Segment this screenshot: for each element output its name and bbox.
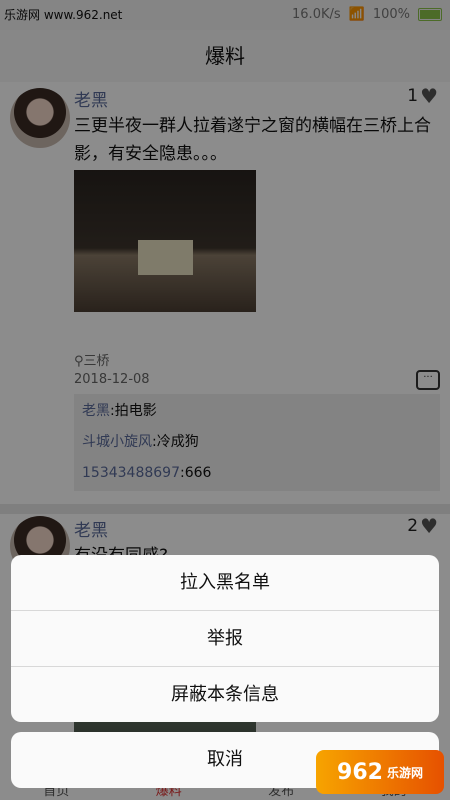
action-sheet: 拉入黑名单 举报 屏蔽本条信息: [11, 555, 439, 722]
watermark-main: 962: [337, 759, 383, 785]
block-post-button[interactable]: 屏蔽本条信息: [11, 667, 439, 722]
watermark-sub: 乐游网: [386, 765, 423, 780]
site-watermark-logo: 962 乐游网: [316, 750, 444, 794]
blacklist-button[interactable]: 拉入黑名单: [11, 555, 439, 611]
report-button[interactable]: 举报: [11, 611, 439, 667]
